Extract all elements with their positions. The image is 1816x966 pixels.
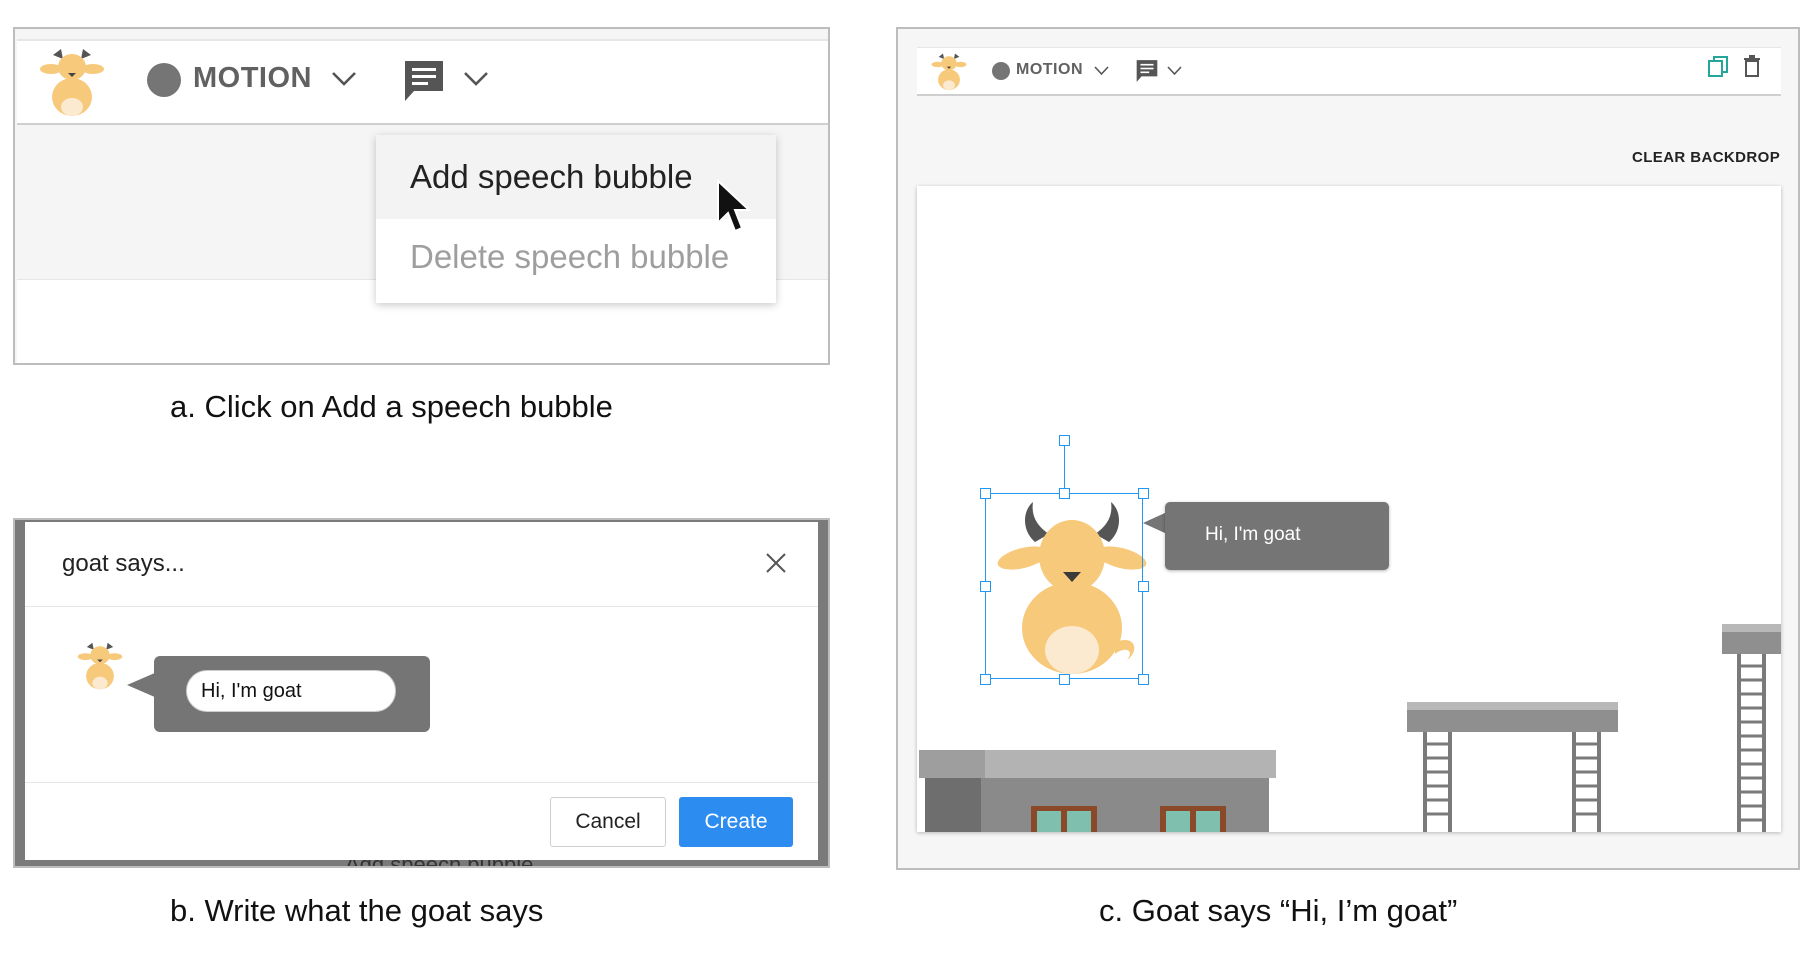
clear-backdrop-button[interactable]: CLEAR BACKDROP — [1632, 149, 1780, 166]
panel-a: MOTION Add speech bubble Delete speech b… — [13, 27, 830, 365]
caption-c: c. Goat says “Hi, I’m goat” — [1099, 893, 1458, 928]
motion-dropdown-label[interactable]: MOTION — [193, 62, 312, 95]
speech-bubble-icon[interactable] — [402, 59, 446, 105]
stage-canvas[interactable]: Hi, I'm goat — [917, 186, 1781, 832]
rotation-handle-line — [1064, 440, 1065, 493]
motion-dropdown-label[interactable]: MOTION — [1016, 61, 1083, 79]
caption-b: b. Write what the goat says — [170, 893, 544, 928]
dialog-title: goat says... — [62, 550, 185, 577]
goat-avatar-icon[interactable] — [39, 45, 105, 117]
dialog-divider-bottom — [25, 782, 818, 783]
caption-a: a. Click on Add a speech bubble — [170, 389, 613, 424]
goat-avatar-icon — [77, 642, 123, 690]
resize-handle-s[interactable] — [1059, 674, 1070, 685]
speech-bubble-pointer — [127, 672, 157, 698]
sprite-selection-box — [985, 493, 1143, 679]
menu-item-label: Add speech bubble — [410, 158, 693, 195]
close-icon[interactable] — [765, 552, 787, 574]
create-button[interactable]: Create — [679, 797, 793, 847]
chevron-down-icon[interactable] — [331, 71, 357, 87]
chevron-down-icon[interactable] — [1094, 66, 1109, 76]
speech-text-input[interactable]: Hi, I'm goat — [186, 670, 396, 712]
speech-bubble[interactable]: Hi, I'm goat — [1165, 502, 1389, 570]
panel-c: MOTION CLEAR BACKDROP Hi, I'm goat — [896, 27, 1800, 870]
trash-icon[interactable] — [1743, 55, 1761, 77]
cancel-button[interactable]: Cancel — [550, 797, 666, 847]
panel-b: Add speech bubble goat says... Hi, I'm g… — [13, 518, 830, 868]
speech-bubble-icon[interactable] — [1135, 59, 1159, 84]
speech-bubble-text: Hi, I'm goat — [1205, 524, 1301, 545]
resize-handle-w[interactable] — [980, 581, 991, 592]
chevron-down-icon[interactable] — [463, 71, 489, 87]
speech-bubble-pointer — [1143, 512, 1167, 534]
chevron-down-icon[interactable] — [1167, 66, 1182, 76]
resize-handle-se[interactable] — [1138, 674, 1149, 685]
sprite-toolbar: MOTION — [917, 47, 1781, 96]
copy-icon[interactable] — [1707, 55, 1729, 79]
dialog-divider-top — [25, 606, 818, 607]
menu-item-label: Delete speech bubble — [410, 238, 730, 275]
resize-handle-n[interactable] — [1059, 488, 1070, 499]
resize-handle-sw[interactable] — [980, 674, 991, 685]
resize-handle-e[interactable] — [1138, 581, 1149, 592]
rotation-handle[interactable] — [1059, 435, 1070, 446]
resize-handle-ne[interactable] — [1138, 488, 1149, 499]
mouse-cursor-icon — [717, 179, 752, 233]
motion-dot-icon — [147, 63, 181, 97]
motion-dot-icon — [992, 62, 1010, 80]
speech-bubble-editor: Hi, I'm goat — [154, 656, 430, 732]
sprite-toolbar: MOTION — [17, 39, 828, 125]
goat-avatar-icon[interactable] — [931, 51, 967, 91]
resize-handle-nw[interactable] — [980, 488, 991, 499]
speech-dialog: goat says... Hi, I'm goat Cancel Create — [25, 522, 818, 860]
